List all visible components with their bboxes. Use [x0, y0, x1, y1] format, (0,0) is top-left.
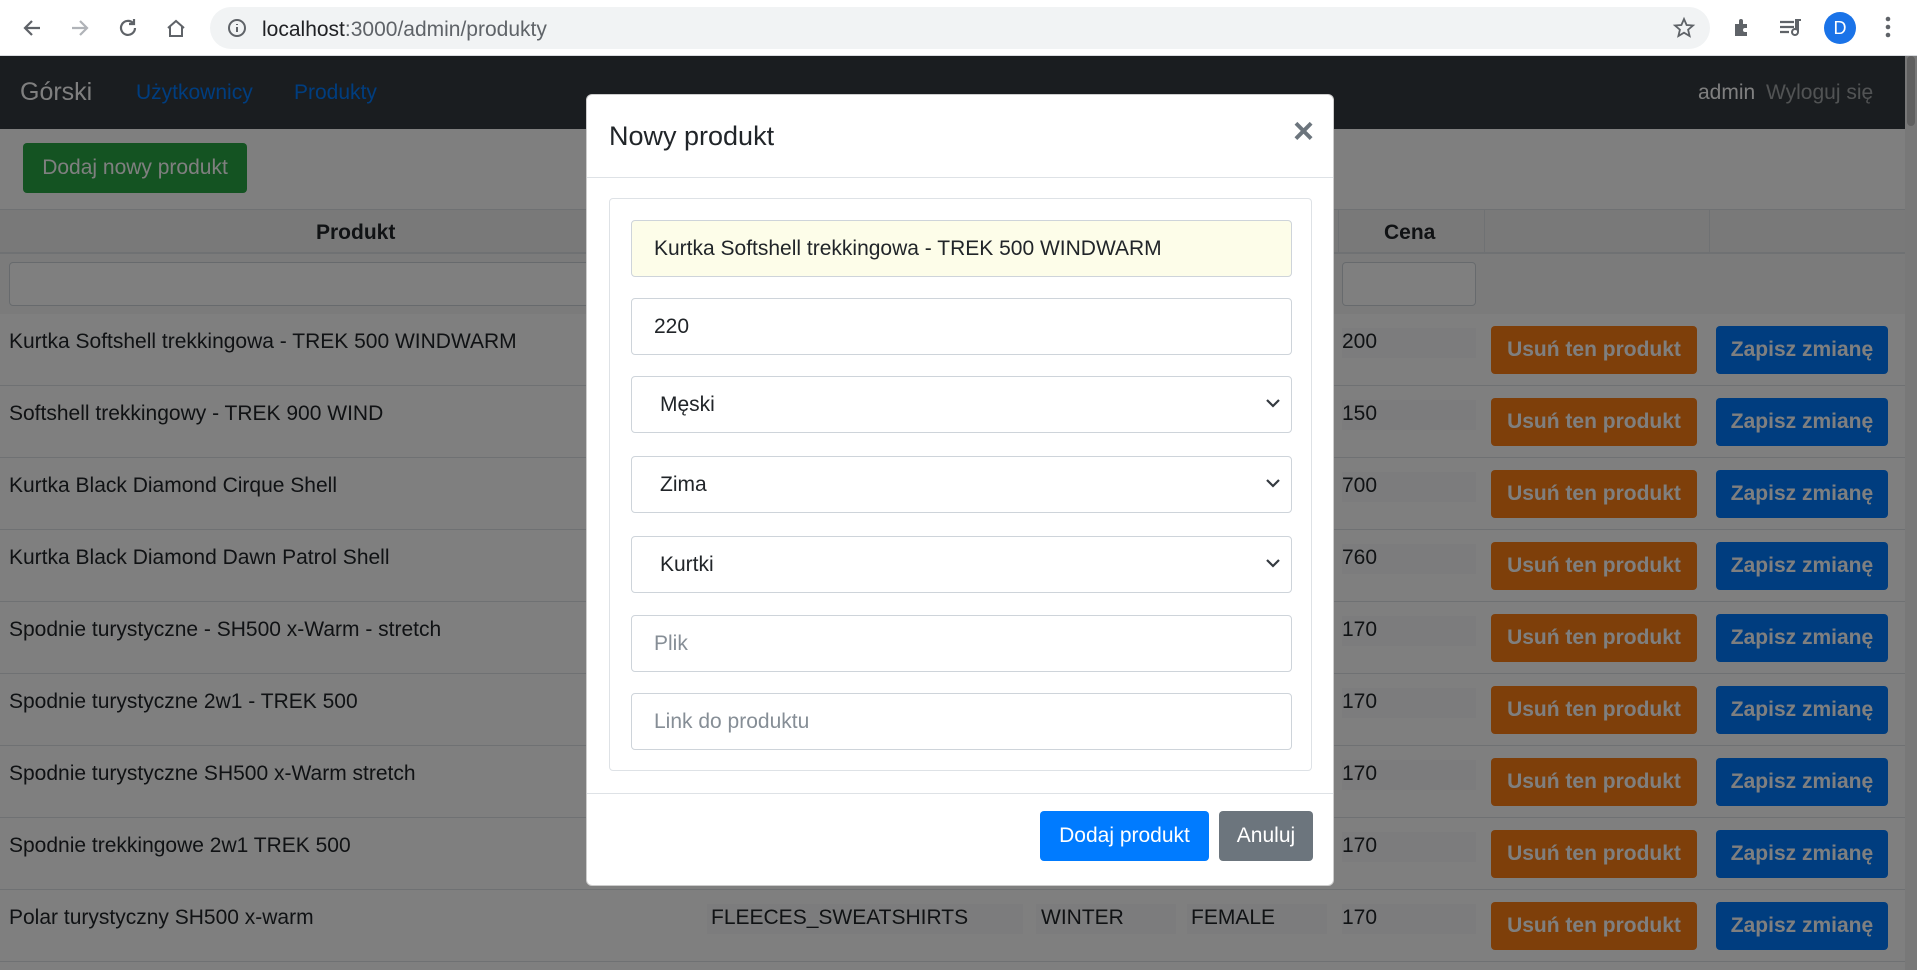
reload-icon[interactable]	[112, 12, 144, 44]
gender-select[interactable]: Męski	[631, 376, 1292, 433]
modal-header: Nowy produkt ×	[587, 95, 1333, 178]
product-form: Kurtka Softshell trekkingowa - TREK 500 …	[609, 198, 1312, 771]
url-text: localhost:3000/admin/produkty	[262, 18, 547, 41]
browser-menu-icon[interactable]	[1884, 14, 1892, 45]
product-link-input[interactable]: Link do produktu	[631, 693, 1292, 750]
forward-icon[interactable]	[64, 12, 96, 44]
file-input[interactable]: Plik	[631, 615, 1292, 672]
browser-toolbar: localhost:3000/admin/produkty D	[0, 0, 1917, 56]
back-icon[interactable]	[16, 12, 48, 44]
chevron-down-icon	[1265, 475, 1281, 496]
extensions-icon[interactable]	[1730, 16, 1754, 45]
bookmark-star-icon[interactable]	[1672, 16, 1696, 45]
chevron-down-icon	[1265, 395, 1281, 416]
product-name-input[interactable]: Kurtka Softshell trekkingowa - TREK 500 …	[631, 220, 1292, 277]
new-product-modal: Nowy produkt × Kurtka Softshell trekking…	[586, 94, 1334, 886]
media-queue-icon[interactable]	[1778, 16, 1804, 45]
category-select[interactable]: Kurtki	[631, 536, 1292, 593]
modal-title: Nowy produkt	[609, 121, 775, 151]
close-icon[interactable]: ×	[1293, 113, 1314, 149]
address-bar[interactable]: localhost:3000/admin/produkty	[210, 7, 1710, 49]
profile-avatar[interactable]: D	[1824, 12, 1856, 44]
home-icon[interactable]	[160, 12, 192, 44]
add-product-button[interactable]: Dodaj produkt	[1040, 811, 1209, 861]
cancel-button[interactable]: Anuluj	[1219, 811, 1313, 861]
chevron-down-icon	[1265, 555, 1281, 576]
season-select[interactable]: Zima	[631, 456, 1292, 513]
info-icon[interactable]	[226, 17, 248, 44]
product-price-input[interactable]: 220	[631, 298, 1292, 355]
